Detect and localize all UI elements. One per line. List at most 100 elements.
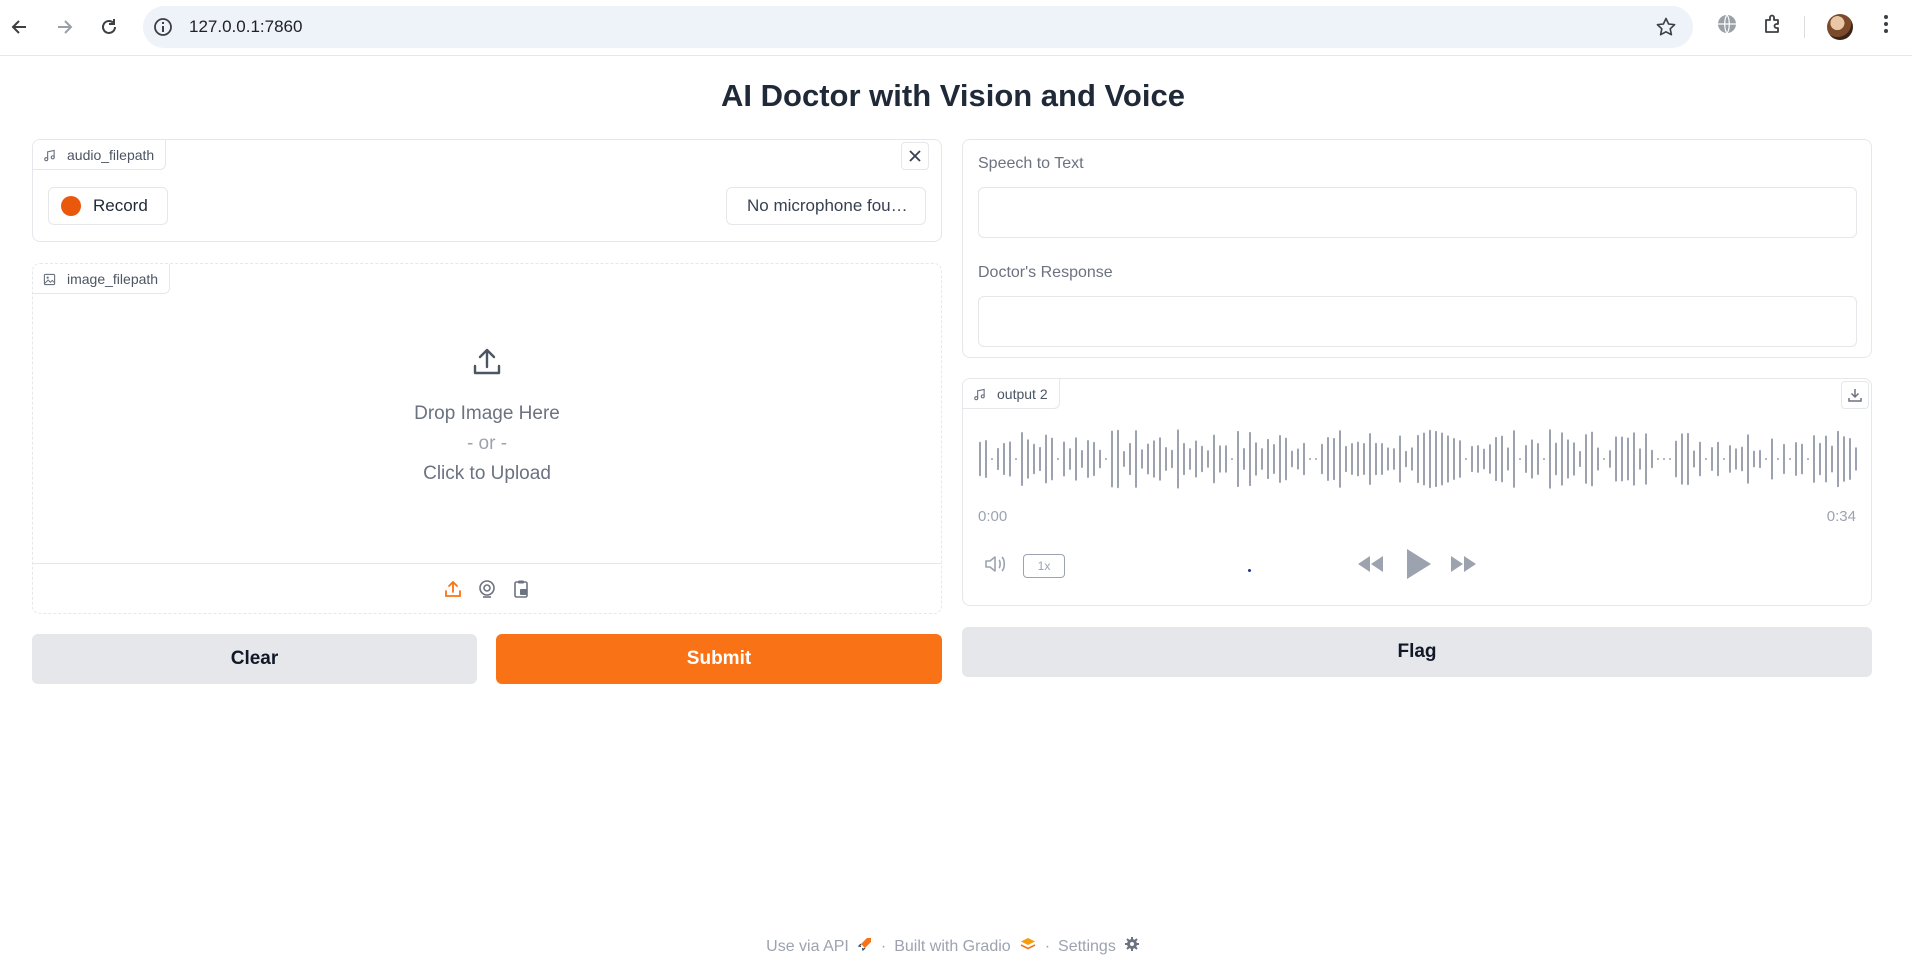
waveform-bar [1117,429,1119,489]
profile-avatar[interactable] [1827,14,1853,40]
built-with-gradio-link[interactable]: Built with Gradio [894,938,1011,956]
webcam-source-icon[interactable] [476,578,498,600]
waveform-bar [1579,450,1581,468]
text-outputs-panel: Speech to Text Doctor's Response [962,139,1872,358]
waveform-bar [1369,433,1371,485]
waveform-bar [1795,442,1797,476]
waveform-bar [1399,435,1401,483]
waveform-bar [1363,443,1365,475]
waveform-bar [1165,446,1167,472]
upload-icon [471,346,503,383]
waveform-bar [1045,434,1047,484]
waveform-bar [979,441,981,477]
waveform-bar [1129,442,1131,476]
speech-to-text-label: Speech to Text [978,155,1084,172]
site-info-icon[interactable] [153,17,173,42]
or-text: - or - [466,433,508,454]
waveform-bar [1465,458,1467,460]
waveform-bar [1573,442,1575,476]
address-bar[interactable]: 127.0.0.1:7860 [143,6,1693,48]
waveform-bar [1429,429,1431,489]
flag-button[interactable]: Flag [962,627,1872,677]
waveform-bar [1459,440,1461,478]
download-icon [1848,389,1862,402]
waveform-bar [1771,438,1773,480]
waveform-bar [1615,436,1617,482]
waveform-bar [1057,458,1059,460]
waveform-bar [1807,458,1809,460]
reload-button[interactable] [94,12,124,42]
waveform-bar [1219,445,1221,473]
play-icon[interactable] [1403,547,1433,586]
url-text: 127.0.0.1:7860 [189,17,303,36]
speech-to-text-field[interactable] [978,187,1857,238]
waveform-bar [1051,437,1053,481]
fast-forward-icon[interactable] [1449,553,1479,580]
waveform-bar [1471,445,1473,473]
waveform-bar [1525,445,1527,473]
waveform-bar [1081,450,1083,468]
submit-button[interactable]: Submit [496,634,942,684]
waveform-bar [1417,434,1419,484]
waveform-bar [1597,447,1599,471]
forward-button[interactable] [49,12,79,42]
waveform-bar [1087,439,1089,479]
waveform-bar [1261,448,1263,470]
waveform-bar [1657,458,1659,460]
waveform-bar [1279,435,1281,483]
waveform-bar [1537,442,1539,476]
rewind-icon[interactable] [1355,553,1385,580]
waveform-bar [1741,446,1743,472]
waveform-bar [1819,442,1821,476]
playback-rate-button[interactable]: 1x [1023,554,1065,578]
waveform-bar [1789,458,1791,460]
waveform-bar [1753,450,1755,468]
waveform-bar [1171,449,1173,469]
music-note-icon [44,149,55,162]
waveform-bar [1699,441,1701,477]
waveform-bar [985,439,987,479]
record-button[interactable]: Record [48,187,168,225]
waveform-bar [1669,458,1671,460]
menu-kebab-icon[interactable] [1876,13,1896,40]
use-via-api-link[interactable]: Use via API [766,938,849,956]
volume-icon[interactable] [983,553,1009,580]
waveform-bar [1147,443,1149,475]
waveform-bar [1663,458,1665,460]
waveform-bar [1327,436,1329,482]
audio-output-label-text: output 2 [997,386,1048,402]
waveform-bar [1747,434,1749,484]
audio-clear-button[interactable] [901,142,929,170]
waveform-bar [1507,447,1509,471]
audio-waveform[interactable] [978,427,1858,491]
back-button[interactable] [5,12,35,42]
waveform-bar [1315,458,1317,460]
waveform-bar [1069,448,1071,470]
audio-output-panel: output 2 0:00 0:34 1x [962,378,1872,606]
waveform-bar [1849,438,1851,480]
waveform-bar [1543,458,1545,460]
waveform-bar [1477,445,1479,473]
waveform-bar [1453,437,1455,481]
audio-input-label: audio_filepath [33,140,167,170]
waveform-bar [1267,438,1269,480]
waveform-bar [1813,435,1815,483]
translate-globe-icon[interactable] [1716,13,1738,40]
clear-button[interactable]: Clear [32,634,477,684]
footer-separator: · [880,937,887,955]
download-button[interactable] [1841,381,1869,409]
waveform-bar [1333,437,1335,481]
waveform-bar [1159,437,1161,481]
doctors-response-field[interactable] [978,296,1857,347]
forward-arrow-icon [58,20,73,34]
waveform-bar [1759,449,1761,469]
extensions-icon[interactable] [1762,13,1784,40]
settings-link[interactable]: Settings [1058,938,1116,956]
upload-source-icon[interactable] [442,578,464,600]
clipboard-source-icon[interactable] [510,578,532,600]
bookmark-star-icon[interactable] [1655,16,1677,43]
image-drop-zone[interactable]: Drop Image Here - or - Click to Upload [33,294,941,564]
waveform-bar [1351,443,1353,475]
waveform-bar [1765,458,1767,460]
microphone-select[interactable]: No microphone fou… [726,187,926,225]
